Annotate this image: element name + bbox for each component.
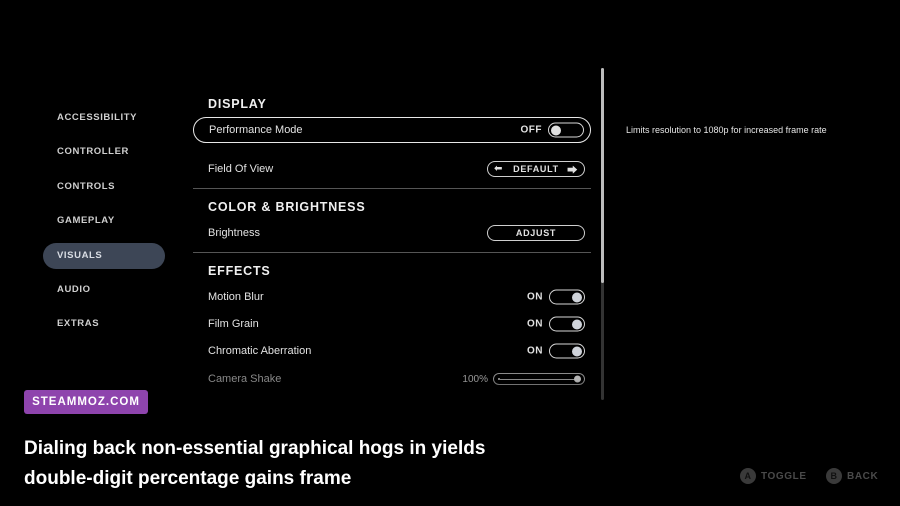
a-button-icon: A	[740, 468, 756, 484]
watermark-badge: STEAMMOZ.COM	[24, 390, 148, 414]
chromatic-aberration-row[interactable]: Chromatic Aberration ON	[193, 338, 591, 364]
section-title-display: DISPLAY	[208, 97, 267, 111]
divider	[193, 252, 591, 253]
toggle-knob	[572, 346, 582, 356]
film-grain-state: ON	[527, 318, 543, 330]
motion-blur-label: Motion Blur	[208, 291, 264, 303]
toggle-prompt[interactable]: A TOGGLE	[740, 468, 807, 484]
sidebar-item-gameplay[interactable]: GAMEPLAY	[43, 208, 165, 234]
section-title-color-brightness: COLOR & BRIGHTNESS	[208, 200, 366, 214]
list-fade	[193, 380, 593, 410]
toggle-knob	[572, 319, 582, 329]
motion-blur-row[interactable]: Motion Blur ON	[193, 284, 591, 310]
film-grain-toggle[interactable]	[549, 316, 585, 332]
chromatic-aberration-state: ON	[527, 345, 543, 357]
motion-blur-state: ON	[527, 291, 543, 303]
chromatic-aberration-control: ON	[527, 343, 585, 359]
field-of-view-value: DEFAULT	[513, 164, 559, 174]
toggle-prompt-label: TOGGLE	[761, 470, 807, 482]
performance-mode-label: Performance Mode	[209, 124, 303, 136]
sidebar-item-visuals[interactable]: VISUALS	[43, 242, 165, 269]
field-of-view-selector[interactable]: ⬅ DEFAULT ⮕	[487, 161, 585, 177]
sidebar-item-controls[interactable]: CONTROLS	[43, 174, 165, 200]
sidebar-item-controller[interactable]: CONTROLLER	[43, 139, 165, 165]
brightness-label: Brightness	[208, 227, 260, 239]
sidebar-item-audio[interactable]: AUDIO	[43, 277, 165, 303]
settings-sidebar: ACCESSIBILITY CONTROLLER CONTROLS GAMEPL…	[43, 105, 165, 346]
chromatic-aberration-label: Chromatic Aberration	[208, 345, 312, 357]
performance-mode-state: OFF	[520, 124, 542, 136]
section-title-effects: EFFECTS	[208, 264, 271, 278]
visuals-settings-panel: DISPLAY Performance Mode OFF Field Of Vi…	[193, 92, 593, 402]
sidebar-item-extras[interactable]: EXTRAS	[43, 311, 165, 337]
arrow-right-icon[interactable]: ⮕	[567, 162, 578, 177]
performance-mode-control: OFF	[520, 122, 584, 138]
settings-scrollbar[interactable]	[601, 68, 604, 400]
performance-mode-toggle[interactable]	[548, 122, 584, 138]
film-grain-row[interactable]: Film Grain ON	[193, 311, 591, 337]
toggle-knob	[551, 125, 561, 135]
back-prompt[interactable]: B BACK	[826, 468, 878, 484]
b-button-icon: B	[826, 468, 842, 484]
brightness-adjust-button[interactable]: ADJUST	[487, 225, 585, 241]
arrow-left-icon[interactable]: ⬅	[494, 164, 503, 175]
performance-mode-row[interactable]: Performance Mode OFF	[193, 117, 591, 143]
divider	[193, 188, 591, 189]
sidebar-item-accessibility[interactable]: ACCESSIBILITY	[43, 105, 165, 131]
motion-blur-toggle[interactable]	[549, 289, 585, 305]
setting-description: Limits resolution to 1080p for increased…	[626, 125, 827, 135]
back-prompt-label: BACK	[847, 470, 879, 482]
field-of-view-row[interactable]: Field Of View ⬅ DEFAULT ⮕	[193, 156, 591, 182]
motion-blur-control: ON	[527, 289, 585, 305]
film-grain-label: Film Grain	[208, 318, 259, 330]
brightness-adjust-label: ADJUST	[515, 228, 557, 238]
chromatic-aberration-toggle[interactable]	[549, 343, 585, 359]
field-of-view-label: Field Of View	[208, 163, 274, 175]
film-grain-control: ON	[527, 316, 585, 332]
brightness-row[interactable]: Brightness ADJUST	[193, 220, 591, 246]
toggle-knob	[572, 292, 582, 302]
scrollbar-thumb[interactable]	[601, 68, 604, 283]
article-caption: Dialing back non-essential graphical hog…	[24, 438, 486, 489]
